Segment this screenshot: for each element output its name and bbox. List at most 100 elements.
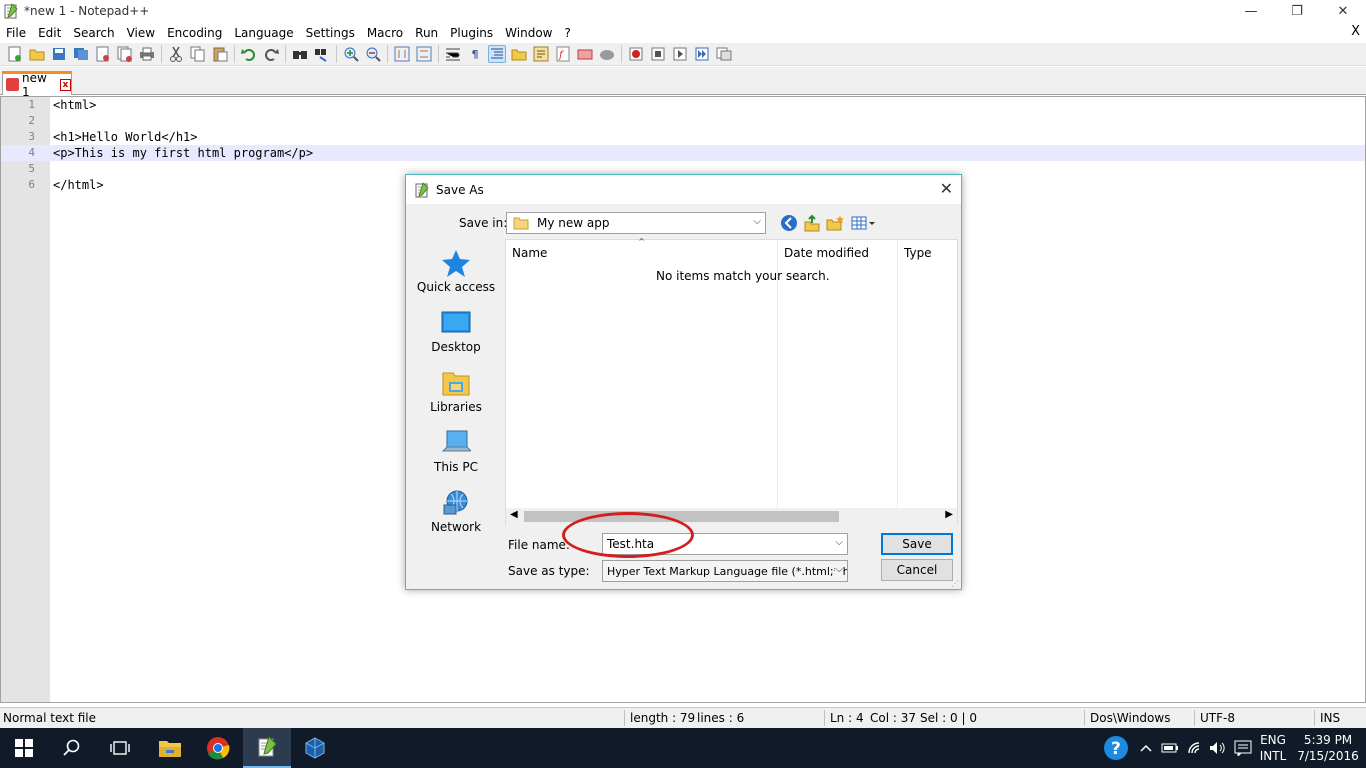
sync-horizontal-icon[interactable]	[415, 45, 433, 63]
function-list-icon[interactable]: f	[554, 45, 572, 63]
folder-as-workspace-icon[interactable]	[510, 45, 528, 63]
menu-file[interactable]: File	[0, 26, 32, 40]
file-list[interactable]: Name ⌃ Date modified Type No items match…	[505, 236, 958, 525]
scrollbar-thumb[interactable]	[524, 511, 839, 522]
menu-run[interactable]: Run	[409, 26, 444, 40]
tab-close-icon[interactable]: x	[59, 78, 72, 91]
empty-list-message: No items match your search.	[656, 269, 830, 283]
wifi-icon[interactable]	[1184, 728, 1208, 768]
new-file-icon[interactable]	[6, 45, 24, 63]
task-view-icon[interactable]	[96, 728, 144, 768]
up-folder-icon[interactable]	[803, 214, 821, 232]
language-indicator[interactable]: ENG	[1258, 732, 1288, 748]
menu-macro[interactable]: Macro	[361, 26, 409, 40]
cut-icon[interactable]	[167, 45, 185, 63]
undo-icon[interactable]	[240, 45, 258, 63]
restore-button[interactable]: ❐	[1274, 0, 1320, 22]
search-icon[interactable]	[48, 728, 96, 768]
indent-guide-icon[interactable]	[488, 45, 506, 63]
chevron-down-icon[interactable]: ⌵	[835, 537, 843, 548]
sync-vertical-icon[interactable]	[393, 45, 411, 63]
save-in-dropdown[interactable]: My new app ⌵	[506, 212, 766, 234]
monitoring-icon[interactable]	[576, 45, 594, 63]
menu-plugins[interactable]: Plugins	[444, 26, 499, 40]
show-hidden-icons-icon[interactable]	[1136, 728, 1156, 768]
scroll-left-icon[interactable]: ◀	[510, 509, 518, 520]
folder-icon	[513, 217, 529, 230]
save-button[interactable]: Save	[881, 533, 953, 555]
title-bar: *new 1 - Notepad++ — ❐ ✕	[0, 0, 1366, 22]
file-explorer-icon[interactable]	[146, 728, 194, 768]
menu-edit[interactable]: Edit	[32, 26, 67, 40]
run-macro-multiple-icon[interactable]	[693, 45, 711, 63]
close-all-icon[interactable]	[116, 45, 134, 63]
place-network[interactable]: Network	[411, 489, 501, 534]
zoom-out-icon[interactable]	[364, 45, 382, 63]
play-macro-icon[interactable]	[671, 45, 689, 63]
stop-macro-icon[interactable]	[649, 45, 667, 63]
dialog-title-bar: Save As ✕	[406, 175, 961, 204]
close-document-button[interactable]: X	[1351, 24, 1360, 39]
paste-icon[interactable]	[211, 45, 229, 63]
save-icon[interactable]	[50, 45, 68, 63]
tab-label: new 1	[22, 70, 47, 99]
chrome-icon[interactable]	[194, 728, 242, 768]
resize-grip-icon[interactable]: ⋰	[951, 579, 959, 588]
help-icon[interactable]: ?	[1094, 728, 1138, 768]
show-all-characters-icon[interactable]: ¶	[466, 45, 484, 63]
replace-icon[interactable]	[313, 45, 331, 63]
place-label: Libraries	[430, 400, 482, 414]
place-desktop[interactable]: Desktop	[411, 309, 501, 354]
document-map-icon[interactable]	[532, 45, 550, 63]
cloud-icon[interactable]	[598, 45, 616, 63]
save-as-type-dropdown[interactable]: Hyper Text Markup Language file (*.html;…	[602, 560, 848, 582]
menu-view[interactable]: View	[121, 26, 161, 40]
minimize-button[interactable]: —	[1228, 0, 1274, 22]
action-center-icon[interactable]	[1230, 728, 1256, 768]
clock-date[interactable]: 7/15/2016	[1294, 748, 1362, 764]
word-wrap-icon[interactable]	[444, 45, 462, 63]
keyboard-layout-indicator[interactable]: INTL	[1258, 748, 1288, 764]
volume-icon[interactable]	[1206, 728, 1230, 768]
print-icon[interactable]	[138, 45, 156, 63]
save-all-icon[interactable]	[72, 45, 90, 63]
clock-time[interactable]: 5:39 PM	[1294, 732, 1362, 748]
quick-access-star-icon	[442, 250, 470, 277]
place-libraries[interactable]: Libraries	[411, 369, 501, 414]
record-macro-icon[interactable]	[627, 45, 645, 63]
menu-help[interactable]: ?	[558, 26, 576, 40]
cancel-button[interactable]: Cancel	[881, 559, 953, 581]
dialog-close-button[interactable]: ✕	[940, 179, 953, 198]
column-header-name[interactable]: Name	[512, 246, 547, 260]
start-button[interactable]	[0, 728, 48, 768]
file-name-input[interactable]: Test.hta ⌵	[602, 533, 848, 555]
tab-new-1[interactable]: new 1 x	[2, 71, 72, 99]
battery-icon[interactable]	[1158, 728, 1182, 768]
menu-window[interactable]: Window	[499, 26, 558, 40]
horizontal-scrollbar[interactable]: ◀ ▶	[506, 508, 957, 525]
zoom-in-icon[interactable]	[342, 45, 360, 63]
menu-language[interactable]: Language	[228, 26, 299, 40]
new-folder-icon[interactable]	[826, 214, 844, 232]
column-header-date-modified[interactable]: Date modified	[784, 246, 869, 260]
virtualbox-icon[interactable]	[291, 728, 339, 768]
menu-search[interactable]: Search	[67, 26, 120, 40]
redo-icon[interactable]	[262, 45, 280, 63]
scroll-right-icon[interactable]: ▶	[945, 509, 953, 520]
find-icon[interactable]	[291, 45, 309, 63]
place-label: This PC	[434, 460, 478, 474]
view-menu-icon[interactable]	[850, 214, 878, 232]
open-file-icon[interactable]	[28, 45, 46, 63]
back-icon[interactable]	[780, 214, 798, 232]
save-macro-icon[interactable]	[715, 45, 733, 63]
close-button[interactable]: ✕	[1320, 0, 1366, 22]
menu-settings[interactable]: Settings	[300, 26, 361, 40]
tab-strip: new 1 x	[0, 67, 1366, 99]
place-this-pc[interactable]: This PC	[411, 429, 501, 474]
menu-encoding[interactable]: Encoding	[161, 26, 228, 40]
column-header-type[interactable]: Type	[904, 246, 932, 260]
place-quick-access[interactable]: Quick access	[411, 249, 501, 294]
copy-icon[interactable]	[189, 45, 207, 63]
notepadpp-taskbar-icon[interactable]	[243, 728, 291, 768]
close-file-icon[interactable]	[94, 45, 112, 63]
